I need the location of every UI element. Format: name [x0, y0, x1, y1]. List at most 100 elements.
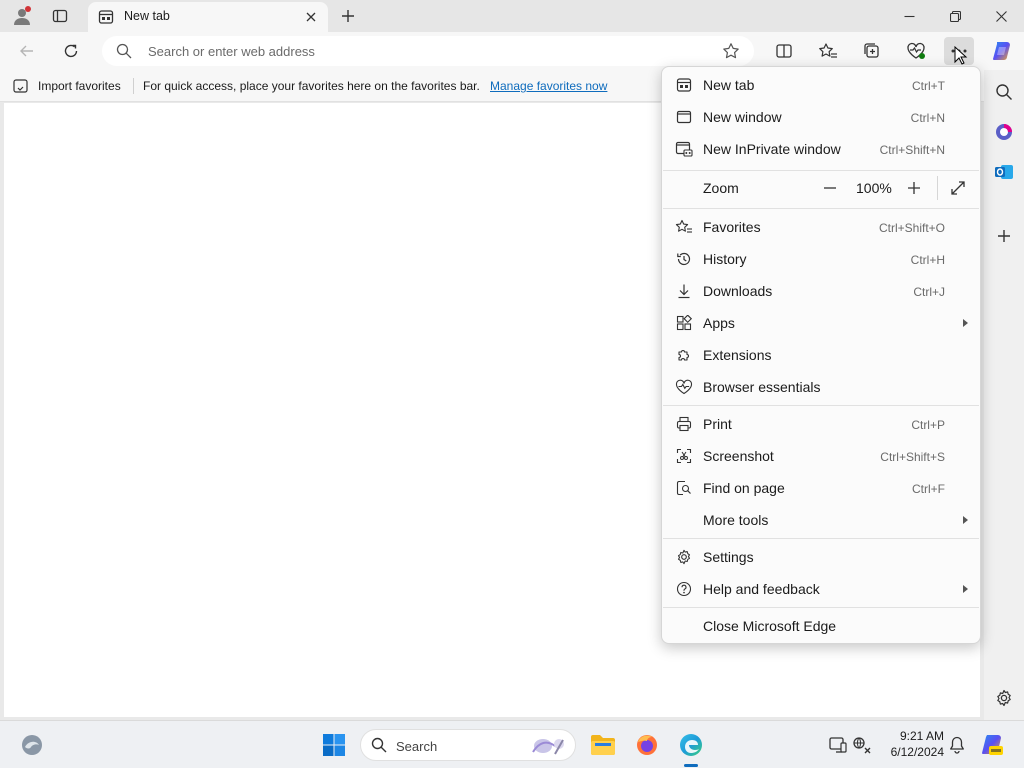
import-favorites-button[interactable]: Import favorites — [38, 79, 121, 93]
menu-shortcut: Ctrl+N — [910, 111, 945, 125]
address-placeholder: Search or enter web address — [148, 44, 315, 59]
menu-label: More tools — [703, 512, 769, 528]
new-tab-icon — [675, 76, 693, 94]
file-explorer-icon[interactable] — [589, 731, 617, 759]
zoom-out-button[interactable] — [819, 179, 841, 197]
edge-taskbar-icon[interactable] — [677, 731, 705, 759]
menu-item-settings[interactable]: Settings — [662, 541, 980, 573]
print-icon — [675, 415, 693, 433]
zoom-in-button[interactable] — [903, 179, 925, 197]
menu-item-help-and-feedback[interactable]: Help and feedback — [662, 573, 980, 605]
menu-label: Browser essentials — [703, 379, 821, 395]
profile-icon[interactable] — [10, 4, 34, 28]
menu-item-print[interactable]: Print Ctrl+P — [662, 408, 980, 440]
sidebar-outlook-icon[interactable] — [990, 158, 1018, 186]
zoom-level: 100% — [856, 180, 892, 196]
menu-item-apps[interactable]: Apps — [662, 307, 980, 339]
menu-label: New InPrivate window — [703, 141, 841, 157]
sidebar-search-icon[interactable] — [990, 78, 1018, 106]
menu-shortcut: Ctrl+Shift+S — [880, 450, 945, 464]
search-icon — [371, 737, 387, 753]
clock-time: 9:21 AM — [899, 729, 944, 743]
apps-icon — [675, 314, 693, 332]
restore-button[interactable] — [932, 0, 978, 32]
widgets-icon[interactable] — [18, 731, 46, 759]
menu-item-browser-essentials[interactable]: Browser essentials — [662, 371, 980, 403]
menu-item-more-tools[interactable]: More tools — [662, 504, 980, 536]
downloads-icon — [675, 282, 693, 300]
manage-favorites-link[interactable]: Manage favorites now — [490, 79, 607, 93]
close-window-button[interactable] — [978, 0, 1024, 32]
favorites-button[interactable] — [813, 37, 843, 65]
sidebar-office-icon[interactable] — [990, 118, 1018, 146]
menu-item-new-window[interactable]: New window Ctrl+N — [662, 101, 980, 133]
split-screen-button[interactable] — [769, 37, 799, 65]
menu-shortcut: Ctrl+J — [913, 285, 945, 299]
menu-divider — [663, 405, 979, 406]
menu-item-favorites[interactable]: Favorites Ctrl+Shift+O — [662, 211, 980, 243]
menu-label: Extensions — [703, 347, 772, 363]
new-tab-button[interactable] — [336, 4, 360, 28]
menu-item-history[interactable]: History Ctrl+H — [662, 243, 980, 275]
taskbar-clock[interactable]: 9:21 AM 6/12/2024 — [880, 728, 944, 760]
menu-item-new-inprivate-window[interactable]: New InPrivate window Ctrl+Shift+N — [662, 133, 980, 165]
menu-label: Settings — [703, 549, 754, 565]
notification-bell-icon[interactable] — [943, 731, 971, 759]
menu-label: Print — [703, 416, 732, 432]
menu-item-downloads[interactable]: Downloads Ctrl+J — [662, 275, 980, 307]
menu-item-find-on-page[interactable]: Find on page Ctrl+F — [662, 472, 980, 504]
menu-divider — [663, 208, 979, 209]
sidebar-add-icon[interactable] — [990, 222, 1018, 250]
taskbar-search-box[interactable]: Search — [360, 729, 576, 761]
network-status-icon[interactable] — [848, 731, 876, 759]
history-icon — [675, 250, 693, 268]
menu-label: Apps — [703, 315, 735, 331]
sidebar-settings-gear-icon[interactable] — [990, 684, 1018, 712]
menu-label: Favorites — [703, 219, 761, 235]
menu-item-new-tab[interactable]: New tab Ctrl+T — [662, 69, 980, 101]
menu-divider — [663, 538, 979, 539]
tab-actions-icon[interactable] — [48, 4, 72, 28]
find-icon — [675, 479, 693, 497]
settings-icon — [675, 548, 693, 566]
copilot-button[interactable] — [987, 37, 1017, 65]
minimize-button[interactable] — [886, 0, 932, 32]
toolbar: Search or enter web address — [0, 32, 1024, 70]
menu-shortcut: Ctrl+F — [912, 482, 945, 496]
tab-new-tab[interactable]: New tab — [88, 2, 328, 32]
firefox-icon[interactable] — [633, 731, 661, 759]
menu-divider — [663, 170, 979, 171]
browser-essentials-button[interactable] — [901, 37, 931, 65]
menu-shortcut: Ctrl+T — [912, 79, 945, 93]
close-tab-icon[interactable] — [302, 8, 320, 26]
menu-item-screenshot[interactable]: Screenshot Ctrl+Shift+S — [662, 440, 980, 472]
browser-essentials-icon — [675, 378, 693, 396]
refresh-button[interactable] — [56, 37, 86, 65]
taskbar: Search 9:21 AM 6/12/2024 — [0, 720, 1024, 768]
menu-label: Downloads — [703, 283, 773, 299]
menu-item-extensions[interactable]: Extensions — [662, 339, 980, 371]
clock-date: 6/12/2024 — [890, 745, 944, 759]
address-bar[interactable]: Search or enter web address — [102, 36, 754, 66]
help-icon — [675, 580, 693, 598]
import-favorites-icon — [13, 78, 31, 94]
menu-divider — [663, 607, 979, 608]
submenu-arrow-icon — [963, 585, 968, 593]
menu-item-close-microsoft-edge[interactable]: Close Microsoft Edge — [662, 610, 980, 642]
start-windows-icon[interactable] — [320, 731, 348, 759]
copilot-preview-icon[interactable] — [978, 731, 1006, 759]
collections-button[interactable] — [857, 37, 887, 65]
submenu-arrow-icon — [963, 516, 968, 524]
menu-label: Help and feedback — [703, 581, 820, 597]
menu-label: History — [703, 251, 747, 267]
favorites-icon — [675, 218, 693, 236]
menu-shortcut: Ctrl+Shift+O — [878, 221, 945, 235]
zoom-label: Zoom — [703, 180, 739, 196]
settings-and-more-menu: New tab Ctrl+T New window Ctrl+N New InP… — [661, 66, 981, 644]
add-favorite-star-icon[interactable] — [722, 42, 740, 60]
menu-label: New window — [703, 109, 782, 125]
back-button[interactable] — [12, 37, 42, 65]
favorites-bar-divider — [133, 78, 134, 94]
full-screen-icon[interactable] — [947, 179, 969, 197]
edge-sidebar — [984, 70, 1024, 720]
